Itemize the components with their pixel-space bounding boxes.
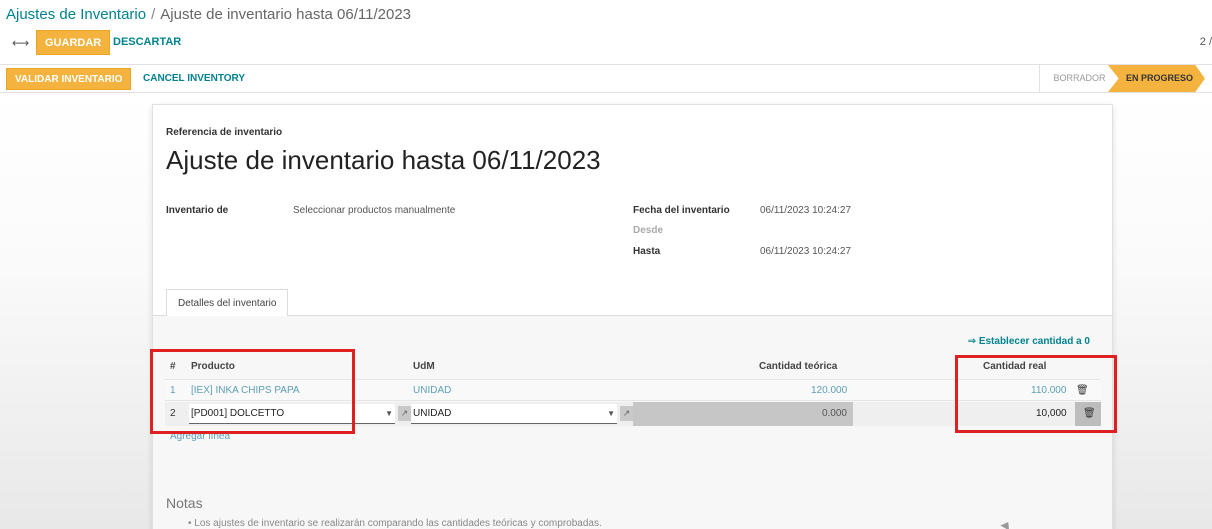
cancel-inventory-button[interactable]: CANCEL INVENTORY [143, 73, 245, 84]
inventory-date-field[interactable]: 06/11/2023 10:24:27 [760, 205, 851, 216]
breadcrumb-separator: / [151, 6, 156, 23]
inventory-of-field[interactable]: Seleccionar productos manualmente [293, 205, 455, 216]
breadcrumb-parent-link[interactable]: Ajustes de Inventario [6, 6, 146, 23]
note-text: Los ajustes de inventario se realizarán … [194, 518, 602, 529]
expand-arrows-icon[interactable]: ⟷ [12, 36, 29, 50]
from-label: Desde [633, 225, 664, 236]
stage-draft: BORRADOR [1039, 65, 1119, 92]
uom-select-value: UNIDAD [413, 408, 452, 419]
reference-label: Referencia de inventario [166, 127, 283, 138]
validate-inventory-button[interactable]: VALIDAR INVENTARIO [6, 68, 132, 90]
external-link-icon[interactable]: ↗ [620, 406, 633, 421]
theoretical-qty-value: 0.000 [821, 408, 847, 419]
save-button[interactable]: GUARDAR [36, 30, 111, 55]
inventory-of-label: Inventario de [166, 205, 229, 216]
column-header-uom[interactable]: UdM [413, 361, 435, 372]
breadcrumb-current: Ajuste de inventario hasta 06/11/2023 [160, 6, 412, 23]
status-bar: VALIDAR INVENTARIO CANCEL INVENTORY BORR… [0, 64, 1212, 93]
to-date-field[interactable]: 06/11/2023 10:24:27 [760, 246, 851, 257]
tab-bar: Detalles del inventario [153, 289, 1112, 317]
inventory-date-label: Fecha del inventario [633, 205, 730, 216]
chevron-down-icon[interactable]: ▼ [385, 404, 393, 423]
row-theoretical-qty: 120.000 [811, 385, 848, 396]
breadcrumb: Ajustes de Inventario / Ajuste de inventar… [6, 6, 411, 23]
form-sheet: Referencia de inventario Ajuste de inven… [152, 104, 1113, 529]
external-link-icon[interactable]: ↗ [398, 406, 411, 421]
theoretical-qty-cell: 0.000 [633, 402, 853, 426]
column-header-theoretical[interactable]: Cantidad teórica [759, 361, 837, 372]
pager[interactable]: 2 / [1200, 36, 1212, 48]
tab-inventory-details[interactable]: Detalles del inventario [166, 289, 289, 317]
page-title[interactable]: Ajuste de inventario hasta 06/11/2023 [166, 145, 601, 176]
to-label: Hasta [633, 246, 661, 257]
uom-select[interactable]: UNIDAD ▼ [411, 404, 617, 424]
set-quantity-zero-link[interactable]: ⇒ Establecer cantidad a 0 [968, 336, 1090, 347]
discard-button[interactable]: DESCARTAR [113, 36, 181, 48]
highlight-box-real-qty [955, 355, 1117, 433]
highlight-box-product [150, 349, 355, 434]
note-item: • Los ajustes de inventario se realizará… [188, 518, 602, 529]
row-uom[interactable]: UNIDAD [413, 385, 451, 396]
chevron-down-icon[interactable]: ▼ [607, 404, 615, 423]
stage-in-progress: EN PROGRESO [1108, 65, 1205, 92]
notes-title: Notas [166, 495, 203, 511]
